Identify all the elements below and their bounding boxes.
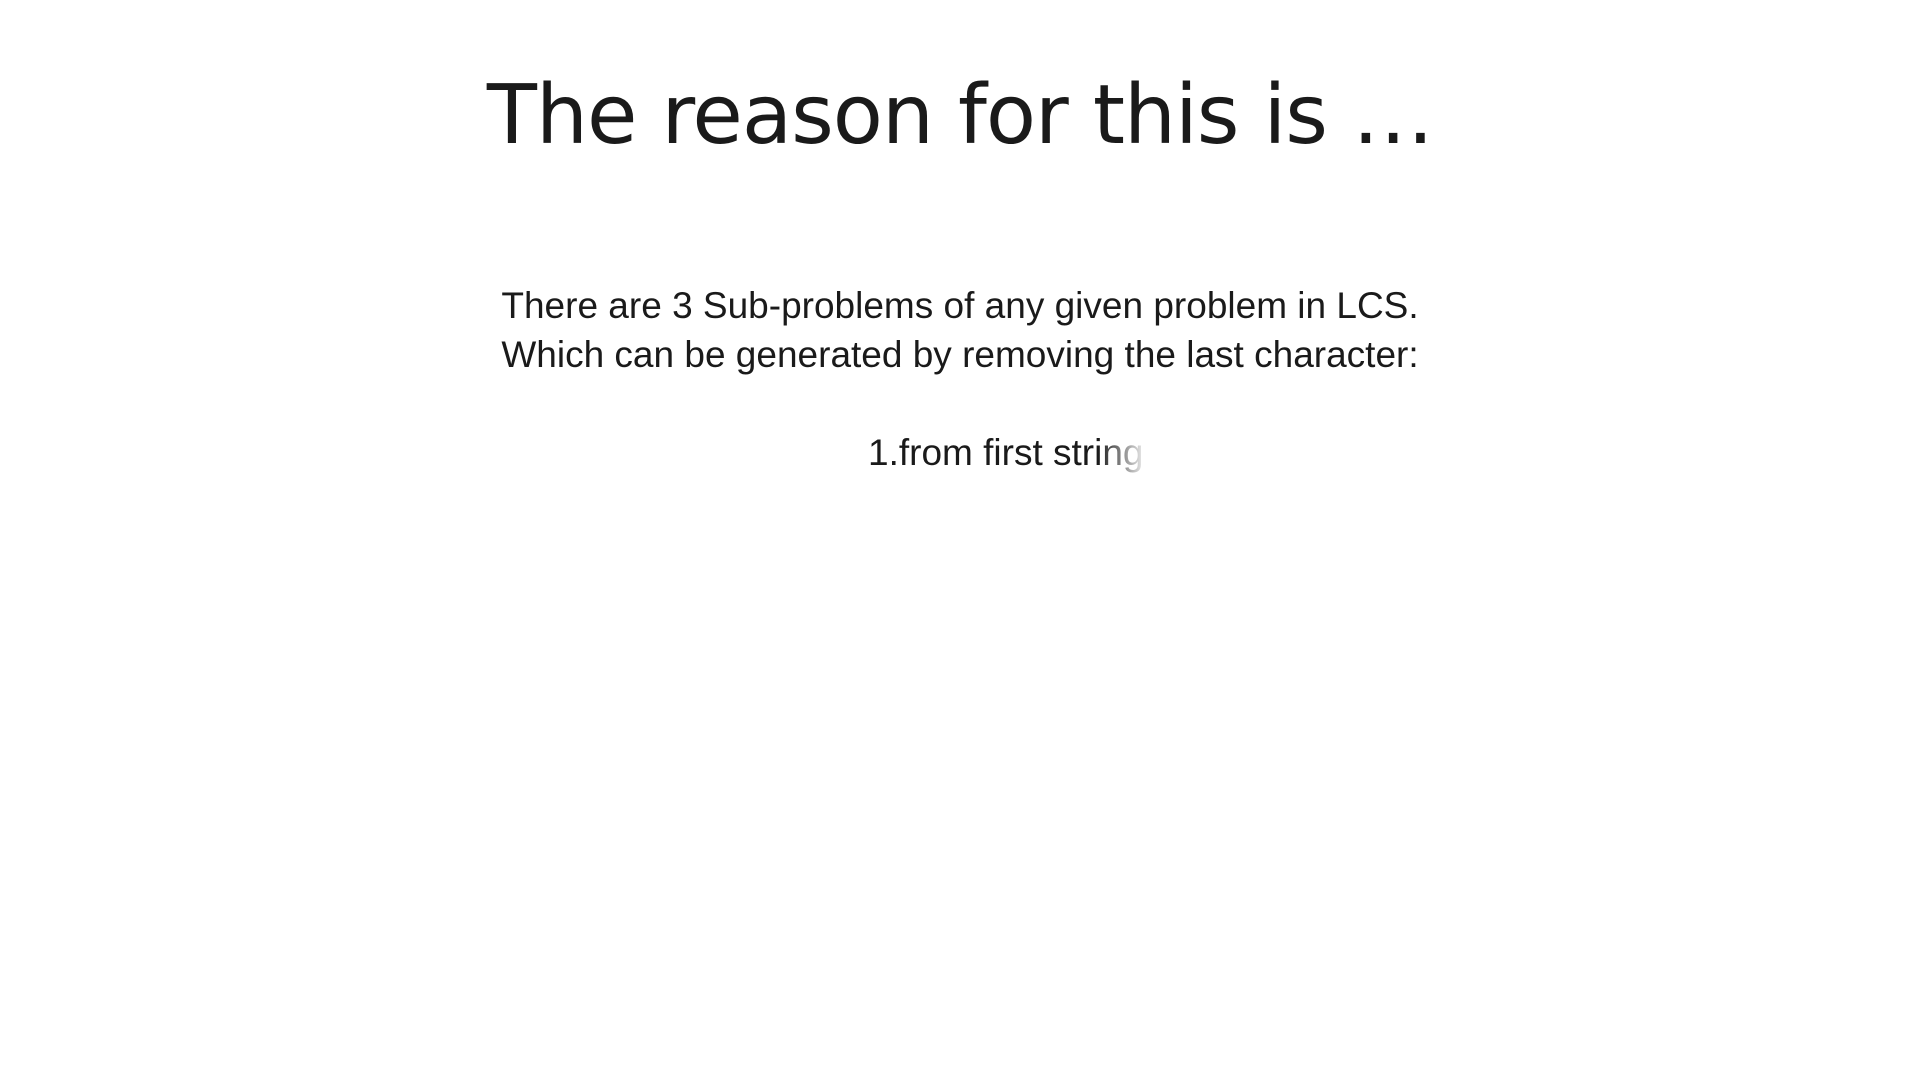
slide-title: The reason for this is … [486,68,1434,163]
list-row: 1.from first string [0,428,1920,489]
presentation-slide: The reason for this is … There are 3 Sub… [0,0,1920,1088]
list-item-1: 1.from first string [778,428,1142,489]
body-text-line-1: There are 3 Sub-problems of any given pr… [501,285,1419,326]
slide-body: There are 3 Sub-problems of any given pr… [0,281,1920,489]
body-text-line-2: Which can be generated by removing the l… [501,334,1419,375]
list-item-1-text: 1.from first string [868,432,1142,473]
